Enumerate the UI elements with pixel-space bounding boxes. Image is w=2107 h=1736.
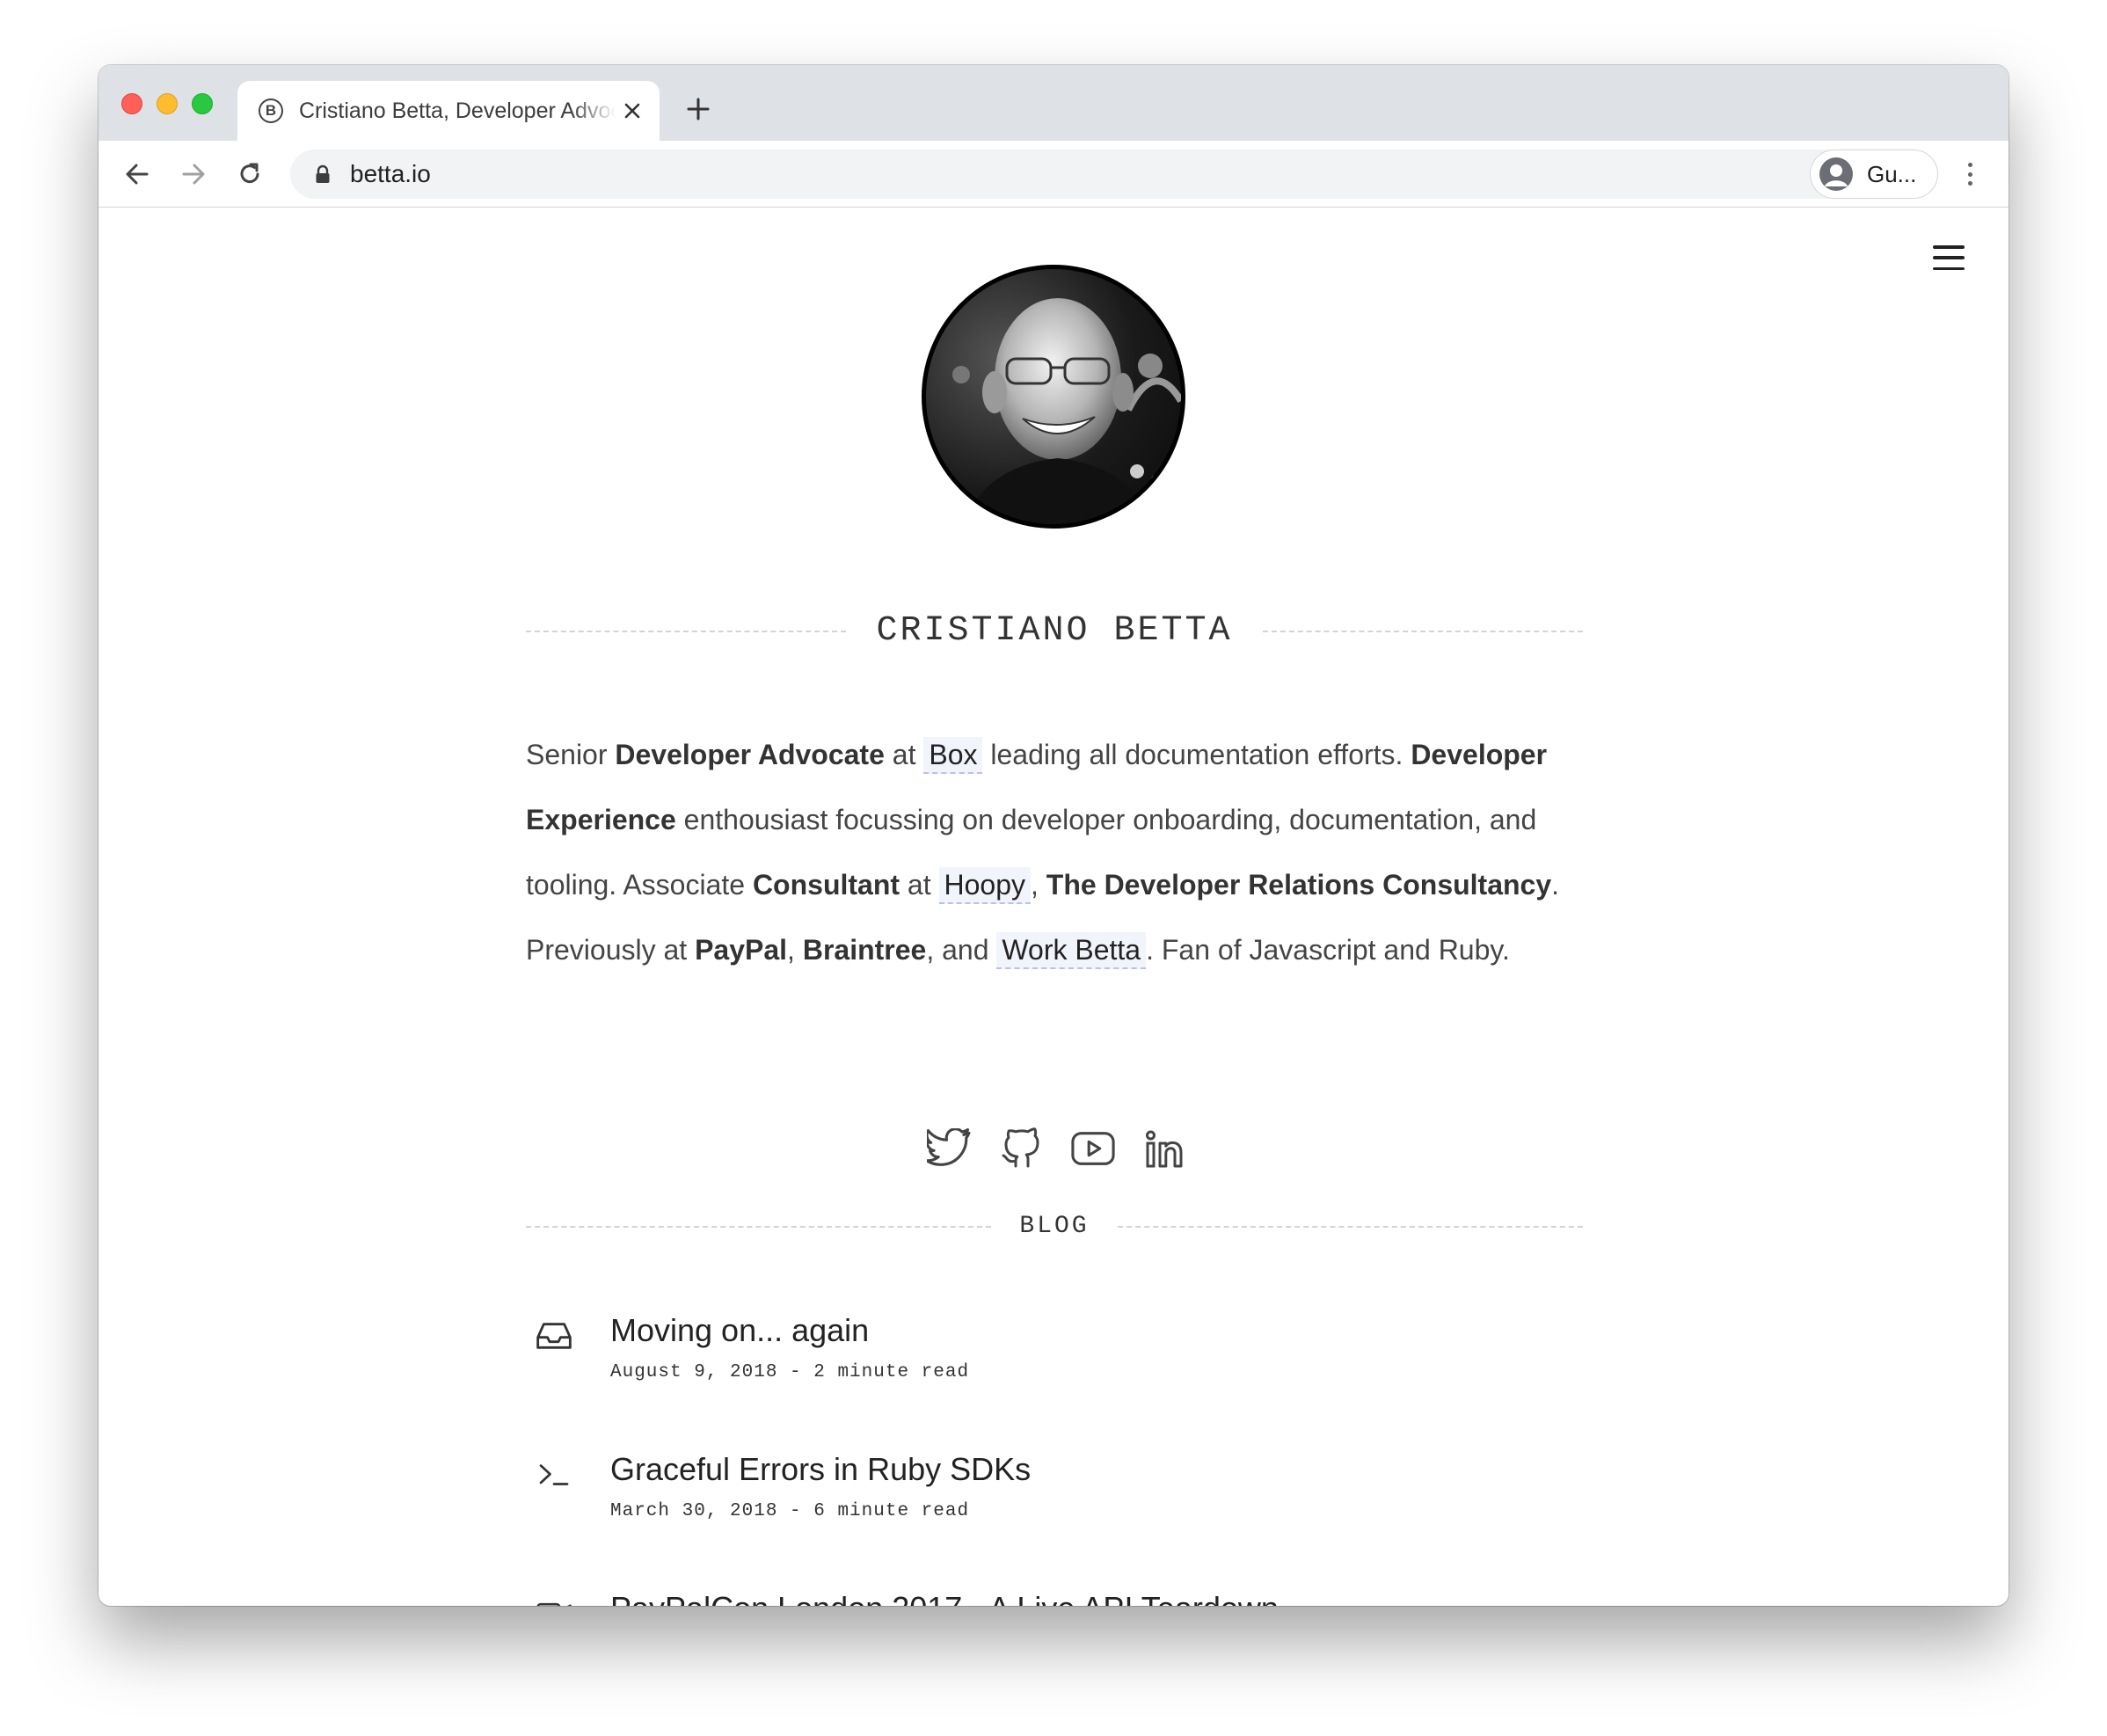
browser-window: B Cristiano Betta, Developer Advocate (98, 65, 2009, 1606)
blog-post-meta: August 9, 2018 - 2 minute read (610, 1362, 970, 1382)
hamburger-menu-icon[interactable] (1933, 245, 1965, 270)
terminal-icon (536, 1457, 572, 1492)
forward-icon[interactable] (178, 158, 209, 190)
close-window-button[interactable] (121, 93, 142, 114)
blog-post-title[interactable]: Moving on... again (610, 1311, 1583, 1350)
profile-avatar-icon (1819, 157, 1853, 191)
divider (526, 1225, 992, 1228)
bio-emphasis: PayPal (695, 934, 788, 966)
profile-photo (922, 265, 1185, 529)
bio-text: , (787, 934, 803, 966)
linkedin-icon[interactable] (1143, 1127, 1187, 1171)
minimize-window-button[interactable] (157, 93, 178, 114)
bio-text: leading all documentation efforts. (982, 739, 1411, 770)
github-icon[interactable] (999, 1127, 1043, 1171)
profile-button[interactable]: Gu... (1810, 150, 1938, 199)
bio-emphasis: The Developer Relations Consultancy (1046, 869, 1552, 901)
bio-text: Senior (526, 739, 616, 770)
blog-heading: BLOG (526, 1213, 1583, 1240)
new-tab-button[interactable] (681, 91, 716, 127)
page-viewport: CRISTIANO BETTA Senior Developer Advocat… (98, 208, 2009, 1606)
inbox-icon (536, 1318, 572, 1353)
browser-toolbar: betta.io Gu... (98, 141, 2009, 208)
profile-name: Gu... (1867, 160, 1917, 187)
blog-post-item[interactable]: PayPalCon London 2017 - A Live API Teard… (526, 1589, 1583, 1606)
url-text[interactable]: betta.io (350, 160, 431, 188)
bio-text: at (884, 739, 924, 770)
screenshot-stage: B Cristiano Betta, Developer Advocate (0, 0, 2107, 1736)
back-icon[interactable] (121, 158, 153, 190)
bio-emphasis: Consultant (752, 869, 900, 901)
lock-icon[interactable] (313, 164, 332, 185)
hoopy-link[interactable]: Hoopy (938, 867, 1031, 904)
name-heading: CRISTIANO BETTA (526, 611, 1583, 651)
work-betta-link[interactable]: Work Betta (996, 932, 1147, 969)
divider (1117, 1225, 1583, 1228)
bio-text: . Fan of Javascript and Ruby. (1146, 934, 1510, 966)
blog-post-title[interactable]: PayPalCon London 2017 - A Live API Teard… (610, 1589, 1583, 1606)
youtube-icon[interactable] (1071, 1127, 1115, 1171)
blog-title: BLOG (1019, 1213, 1090, 1240)
blog-post-title[interactable]: Graceful Errors in Ruby SDKs (610, 1450, 1583, 1489)
maximize-window-button[interactable] (192, 93, 213, 114)
social-links (927, 1127, 1187, 1179)
bio-text: , (1031, 869, 1046, 901)
bio-text: , and (926, 934, 997, 966)
tab-title: Cristiano Betta, Developer Advocate (299, 98, 616, 123)
tab-strip: B Cristiano Betta, Developer Advocate (98, 65, 2009, 141)
bio-text: at (900, 869, 939, 901)
divider (1262, 630, 1583, 632)
box-link[interactable]: Box (923, 737, 983, 774)
blog-post-list: Moving on... again August 9, 2018 - 2 mi… (526, 1311, 1583, 1606)
twitter-icon[interactable] (927, 1127, 971, 1171)
site-favicon-icon: B (259, 98, 283, 123)
bio-paragraph: Senior Developer Advocate at Box leading… (526, 722, 1583, 982)
reload-icon[interactable] (234, 158, 266, 190)
divider (526, 630, 847, 632)
blog-post-meta: March 30, 2018 - 6 minute read (610, 1501, 970, 1521)
tab-close-icon[interactable] (621, 99, 644, 122)
more-menu-icon[interactable] (1961, 160, 1979, 188)
address-bar[interactable]: betta.io (290, 150, 1896, 199)
site-title: CRISTIANO BETTA (876, 611, 1233, 651)
blog-post-item[interactable]: Moving on... again August 9, 2018 - 2 mi… (526, 1311, 1583, 1450)
video-icon (536, 1596, 572, 1606)
bio-emphasis: Braintree (802, 934, 927, 966)
blog-post-item[interactable]: Graceful Errors in Ruby SDKs March 30, 2… (526, 1450, 1583, 1589)
tab-active[interactable]: B Cristiano Betta, Developer Advocate (237, 81, 660, 141)
bio-emphasis: Developer Advocate (615, 739, 885, 770)
